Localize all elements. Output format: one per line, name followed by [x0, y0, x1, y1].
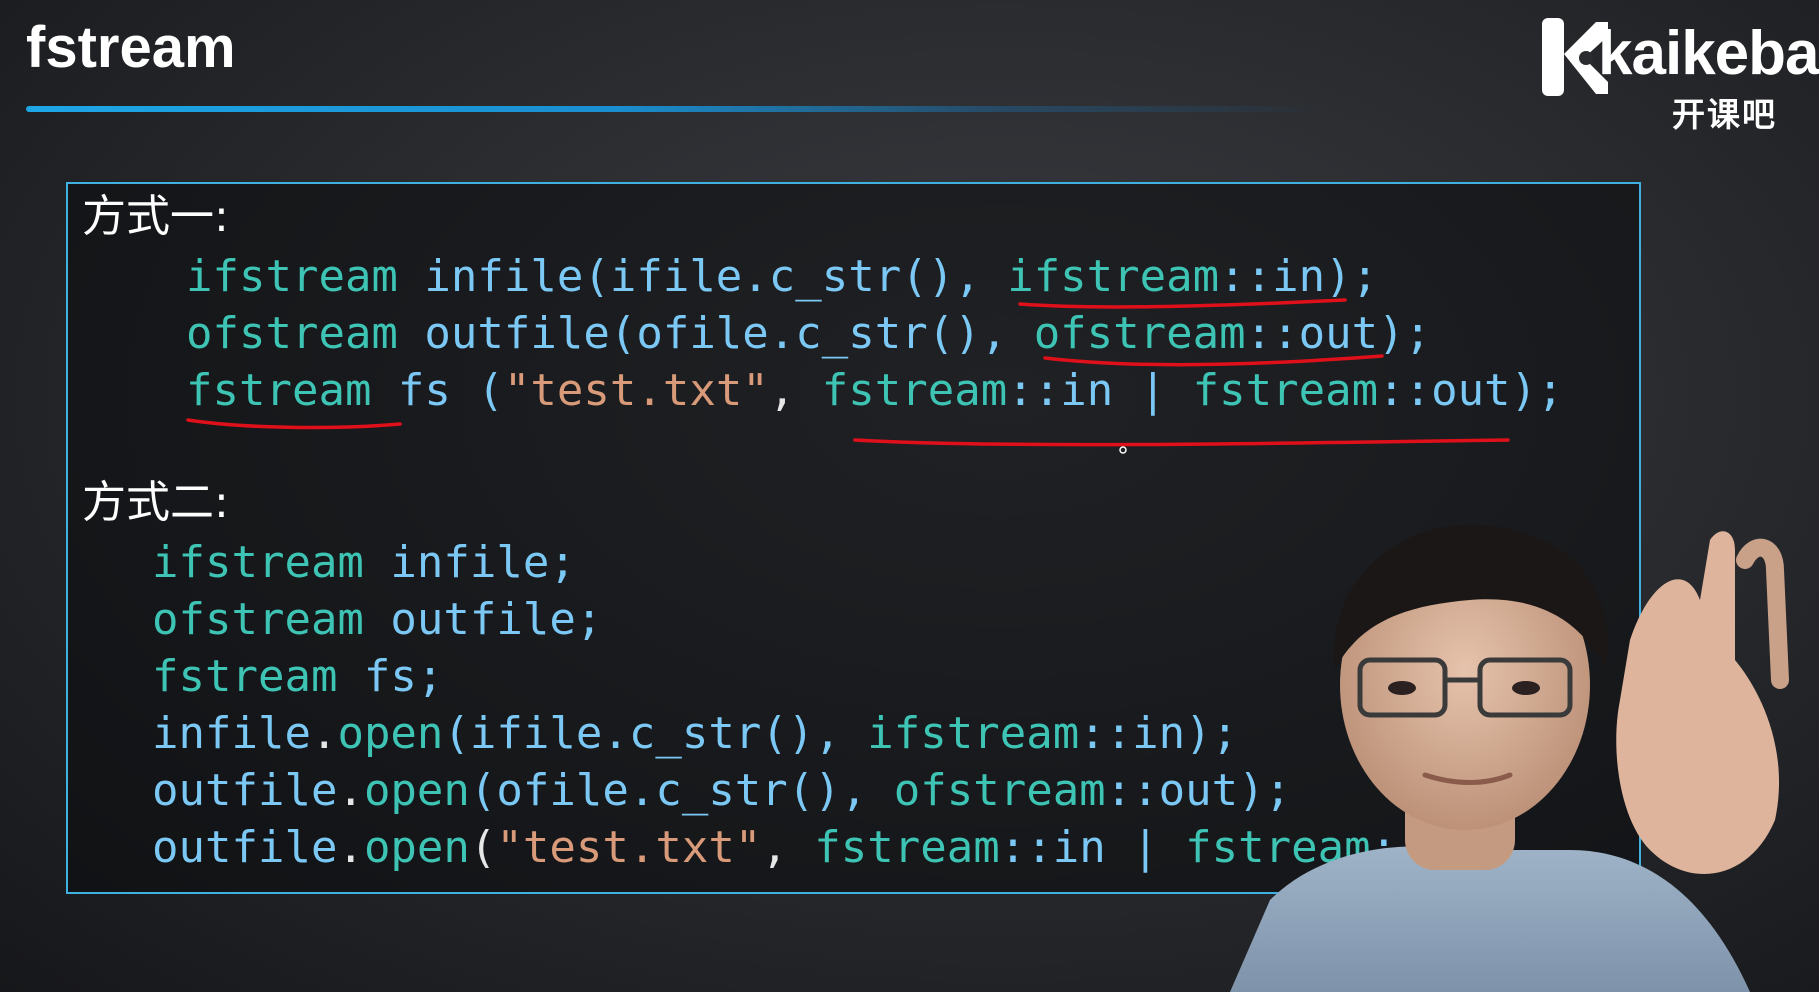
code-expr: fs; [337, 651, 444, 702]
logo-wordmark: kaikeba [1598, 19, 1819, 88]
code-expr: ::out); [1245, 308, 1432, 359]
code-expr: outfile; [363, 594, 603, 645]
code-type: ofstream [152, 594, 364, 645]
code-type: fstream [152, 651, 338, 702]
code-expr: (ifile.c_str(), [443, 708, 868, 759]
code-type: ifstream [152, 537, 364, 588]
code-type: ofstream [186, 308, 398, 359]
code-type: ifstream [867, 708, 1080, 759]
code-expr: ::out); [1378, 365, 1564, 416]
code-punct: . [337, 822, 364, 873]
code-expr: ::in); [1079, 708, 1239, 759]
code-expr: infile; [363, 537, 576, 588]
code-punct: . [337, 765, 364, 816]
code-expr: fs ( [371, 365, 504, 416]
method-one-heading: 方式一: [82, 191, 229, 242]
code-type: fstream [186, 365, 372, 416]
code-expr: ::in | [999, 822, 1186, 873]
code-punct: , [768, 365, 822, 416]
code-line: ofstream outfile; [152, 592, 602, 648]
code-punct: . [310, 708, 338, 759]
logo-chinese-name: 开课吧 [1672, 95, 1777, 134]
presenter-video [1230, 524, 1789, 992]
code-string: "test.txt" [496, 822, 762, 873]
code-type: fstream [821, 365, 1008, 416]
code-function: open [363, 765, 470, 816]
code-line: ofstream outfile(ofile.c_str(), ofstream… [186, 306, 1431, 362]
code-line: infile.open(ifile.c_str(), ifstream::in)… [152, 706, 1238, 762]
code-type: ifstream [186, 251, 398, 302]
code-line: outfile.open(ofile.c_str(), ofstream::ou… [152, 763, 1291, 819]
code-type: fstream [814, 822, 1000, 873]
code-expr: ::in | [1007, 365, 1193, 416]
code-function: open [337, 708, 444, 759]
slide: fstream kaikeba 开课吧 方式一: ifstream infile… [0, 0, 1819, 992]
code-function: open [363, 822, 470, 873]
code-expr: (ofile.c_str(), [469, 765, 894, 816]
code-type: fstream [1192, 365, 1379, 416]
code-line: fstream fs; [152, 649, 443, 705]
code-expr: outfile(ofile.c_str(), [397, 308, 1034, 359]
method-two-heading: 方式二: [82, 477, 229, 528]
code-expr: infile(ifile.c_str(), [397, 251, 1008, 302]
code-string: "test.txt" [503, 365, 769, 416]
code-type: ofstream [893, 765, 1106, 816]
code-type: ifstream [1007, 251, 1220, 302]
code-expr: outfile [152, 765, 338, 816]
code-expr: outfile [152, 822, 338, 873]
code-type: ofstream [1033, 308, 1246, 359]
title-underline [26, 106, 1326, 112]
kaikeba-logo: kaikeba 开课吧 [1540, 12, 1819, 134]
code-line: ifstream infile(ifile.c_str(), ifstream:… [186, 249, 1378, 305]
code-line: ifstream infile; [152, 535, 576, 591]
code-expr: infile [152, 708, 311, 759]
code-punct: , [761, 822, 815, 873]
slide-title: fstream [26, 15, 236, 80]
code-expr: ::in); [1219, 251, 1379, 302]
code-punct: ( [469, 822, 497, 873]
code-line: fstream fs ("test.txt", fstream::in | fs… [186, 363, 1564, 419]
